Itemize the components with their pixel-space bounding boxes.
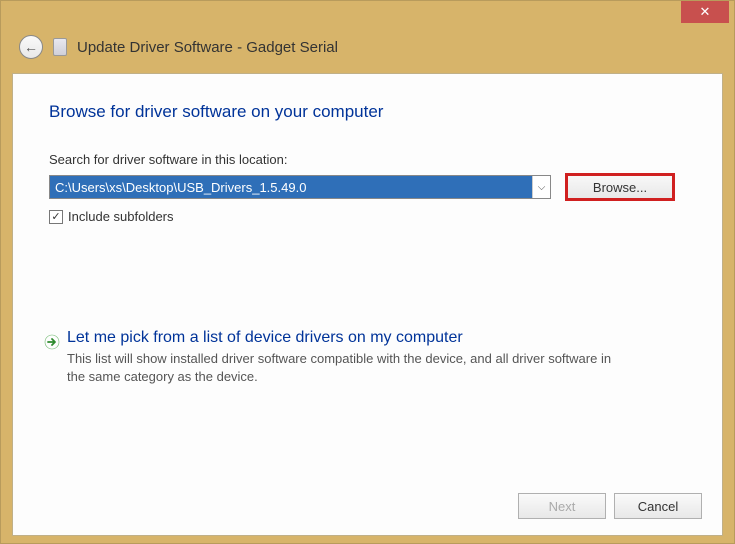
path-input[interactable]: C:\Users\xs\Desktop\USB_Drivers_1.5.49.0 — [50, 176, 532, 198]
device-icon — [53, 38, 67, 56]
pick-option-title: Let me pick from a list of device driver… — [67, 329, 686, 347]
location-label: Search for driver software in this locat… — [49, 152, 686, 167]
include-subfolders-checkbox[interactable]: ✓ — [49, 210, 63, 224]
next-label: Next — [549, 499, 576, 514]
forward-arrow-icon — [43, 333, 61, 351]
header: ← Update Driver Software - Gadget Serial — [1, 29, 734, 73]
next-button[interactable]: Next — [518, 493, 606, 519]
browse-label: Browse... — [593, 180, 647, 195]
check-icon: ✓ — [51, 210, 60, 223]
page-heading: Browse for driver software on your compu… — [49, 102, 686, 122]
pick-option-description: This list will show installed driver sof… — [67, 350, 627, 385]
include-subfolders-row: ✓ Include subfolders — [49, 209, 686, 224]
dropdown-arrow-icon[interactable]: ⌵ — [532, 176, 550, 198]
titlebar: ✕ — [1, 1, 734, 29]
pick-from-list-option[interactable]: Let me pick from a list of device driver… — [49, 329, 686, 385]
footer-buttons: Next Cancel — [518, 493, 702, 519]
content-panel: Browse for driver software on your compu… — [12, 73, 723, 536]
cancel-button[interactable]: Cancel — [614, 493, 702, 519]
window-title: Update Driver Software - Gadget Serial — [77, 39, 338, 56]
close-button[interactable]: ✕ — [681, 1, 729, 23]
back-arrow-icon: ← — [24, 39, 38, 55]
path-combobox[interactable]: C:\Users\xs\Desktop\USB_Drivers_1.5.49.0… — [49, 175, 551, 199]
back-button[interactable]: ← — [19, 35, 43, 59]
close-icon: ✕ — [700, 4, 711, 20]
dialog-window: ✕ ← Update Driver Software - Gadget Seri… — [0, 0, 735, 544]
cancel-label: Cancel — [638, 499, 678, 514]
include-subfolders-label: Include subfolders — [68, 209, 174, 224]
path-row: C:\Users\xs\Desktop\USB_Drivers_1.5.49.0… — [49, 173, 686, 201]
browse-button[interactable]: Browse... — [565, 173, 675, 201]
